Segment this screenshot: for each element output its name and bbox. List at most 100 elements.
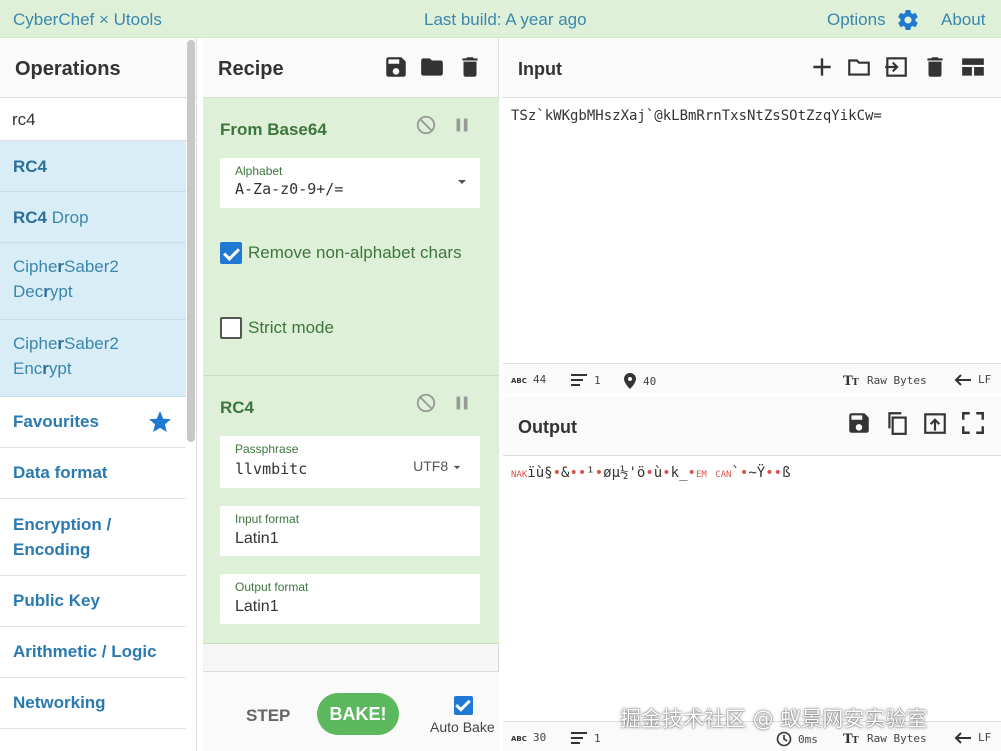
eol-arrow-icon bbox=[954, 373, 971, 386]
auto-bake-label: Auto Bake bbox=[430, 719, 495, 735]
strict-mode-checkbox[interactable]: Strict mode bbox=[220, 317, 334, 339]
operations-panel: Operations rc4 RC4 RC4 Drop CipherSaber2… bbox=[0, 38, 197, 751]
pause-icon[interactable] bbox=[451, 392, 473, 414]
category-networking[interactable]: Networking bbox=[0, 678, 186, 729]
watermark: 掘金技术社区 @ 蚁景网安实验室 bbox=[620, 707, 928, 731]
open-folder-icon[interactable] bbox=[846, 54, 872, 80]
text-encoding-icon: TT bbox=[843, 732, 859, 745]
auto-bake-checkbox[interactable] bbox=[454, 696, 473, 715]
step-button[interactable]: STEP bbox=[246, 706, 290, 726]
search-result-rc4[interactable]: RC4 bbox=[0, 141, 186, 192]
field-value: Latin1 bbox=[235, 530, 279, 547]
save-icon[interactable] bbox=[383, 54, 409, 80]
operations-title: Operations bbox=[0, 38, 196, 98]
app-title: CyberChef × Utools bbox=[13, 10, 162, 29]
operations-search-input[interactable]: rc4 bbox=[0, 98, 196, 141]
field-value: Latin1 bbox=[235, 598, 279, 615]
top-banner: CyberChef × Utools Last build: A year ag… bbox=[0, 0, 1001, 38]
match-text: RC4 bbox=[13, 208, 48, 227]
options-link[interactable]: Options bbox=[827, 10, 886, 30]
replace-input-icon[interactable] bbox=[922, 410, 948, 436]
save-icon[interactable] bbox=[846, 410, 872, 436]
caret-down-icon bbox=[453, 465, 461, 470]
field-label: Alphabet bbox=[235, 164, 283, 178]
field-label: Passphrase bbox=[235, 442, 299, 456]
search-result-ciphersaber2-decrypt[interactable]: CipherSaber2 Decrypt bbox=[0, 243, 186, 320]
search-result-rc4-drop[interactable]: RC4 Drop bbox=[0, 192, 186, 243]
about-link[interactable]: About bbox=[941, 10, 985, 30]
recipe-op-rc4[interactable]: RC4 Passphrase llvmbitc UTF8 Input forma… bbox=[203, 376, 499, 644]
input-title: Input bbox=[518, 59, 562, 79]
location-pin-icon bbox=[624, 373, 636, 389]
field-value: llvmbitc bbox=[235, 460, 308, 478]
abc-icon: ABC bbox=[511, 735, 527, 743]
category-data-format[interactable]: Data format bbox=[0, 448, 186, 499]
recipe-title: Recipe bbox=[218, 58, 284, 80]
clock-icon bbox=[776, 731, 792, 747]
checkbox-label: Strict mode bbox=[248, 318, 334, 337]
checkbox-label: Remove non-alphabet chars bbox=[248, 243, 462, 262]
search-result-ciphersaber2-encrypt[interactable]: CipherSaber2 Encrypt bbox=[0, 320, 186, 397]
output-format-select[interactable]: Output format Latin1 bbox=[220, 574, 480, 624]
input-header: Input bbox=[503, 38, 1001, 98]
operations-scrollbar[interactable] bbox=[187, 40, 195, 442]
copy-icon[interactable] bbox=[884, 410, 910, 436]
remove-nonalpha-checkbox[interactable]: Remove non-alphabet chars bbox=[220, 242, 462, 264]
svg-text:T: T bbox=[852, 378, 859, 387]
folder-icon[interactable] bbox=[419, 54, 445, 80]
star-icon bbox=[149, 411, 171, 432]
recipe-controls: STEP BAKE! Auto Bake bbox=[203, 671, 499, 751]
encoding-dropdown[interactable]: UTF8 bbox=[413, 458, 462, 474]
plus-icon[interactable] bbox=[809, 54, 835, 80]
passphrase-input[interactable]: Passphrase llvmbitc UTF8 bbox=[220, 436, 480, 488]
op-title: From Base64 bbox=[220, 120, 327, 139]
recipe-panel: Recipe From Base64 Alphabet A-Za-z0-9+/=… bbox=[203, 38, 499, 751]
trash-icon[interactable] bbox=[457, 54, 483, 80]
disable-icon[interactable] bbox=[415, 392, 437, 414]
input-status-bar: ABC 44 1 40 T T Raw Bytes LF bbox=[503, 363, 1001, 393]
open-file-icon[interactable] bbox=[883, 54, 909, 80]
last-build-text: Last build: A year ago bbox=[424, 10, 587, 29]
abc-icon: ABC bbox=[511, 377, 527, 385]
category-favourites[interactable]: Favourites bbox=[0, 397, 186, 448]
pause-icon[interactable] bbox=[451, 114, 473, 136]
category-public-key[interactable]: Public Key bbox=[0, 576, 186, 627]
output-title: Output bbox=[518, 417, 577, 437]
output-text[interactable]: NAKïù§•&••¹•øµ½'ö•ù•k_•EM CAN`•~Ÿ••ß bbox=[511, 465, 791, 481]
lines-icon bbox=[571, 732, 587, 744]
checkbox-unchecked bbox=[220, 317, 242, 339]
recipe-header: Recipe bbox=[203, 38, 498, 98]
maximize-icon[interactable] bbox=[960, 410, 986, 436]
text-encoding-icon: TT bbox=[843, 374, 859, 387]
io-panel: Input TSz`kWKgbMHszXaj`@kLBmRrnTxsNtZsSO… bbox=[503, 38, 1001, 751]
result-text: Drop bbox=[47, 208, 89, 227]
alphabet-select[interactable]: Alphabet A-Za-z0-9+/= bbox=[220, 158, 480, 208]
field-value: A-Za-z0-9+/= bbox=[235, 180, 344, 198]
svg-text:T: T bbox=[852, 736, 859, 745]
eol-label[interactable]: LF bbox=[978, 731, 991, 744]
svg-text:ABC: ABC bbox=[511, 377, 527, 385]
encoding-label[interactable]: Raw Bytes bbox=[867, 374, 927, 387]
trash-icon[interactable] bbox=[922, 54, 948, 80]
gear-icon[interactable] bbox=[896, 8, 920, 32]
bake-button[interactable]: BAKE! bbox=[317, 693, 399, 735]
encoding-label[interactable]: Raw Bytes bbox=[867, 732, 927, 745]
category-arithmetic-logic[interactable]: Arithmetic / Logic bbox=[0, 627, 186, 678]
op-title: RC4 bbox=[220, 398, 255, 417]
svg-text:ABC: ABC bbox=[511, 735, 527, 743]
field-label: Input format bbox=[235, 512, 300, 526]
eol-label[interactable]: LF bbox=[978, 373, 991, 386]
eol-arrow-icon bbox=[954, 731, 971, 744]
checkbox-checked bbox=[220, 242, 242, 264]
input-format-select[interactable]: Input format Latin1 bbox=[220, 506, 480, 556]
match-text: RC4 bbox=[13, 157, 48, 176]
output-header: Output bbox=[503, 396, 1001, 456]
disable-icon[interactable] bbox=[415, 114, 437, 136]
recipe-op-from-base64[interactable]: From Base64 Alphabet A-Za-z0-9+/= Remove… bbox=[203, 98, 499, 376]
layout-icon[interactable] bbox=[960, 54, 986, 80]
field-label: Output format bbox=[235, 580, 309, 594]
caret-down-icon bbox=[458, 180, 466, 184]
input-textarea[interactable]: TSz`kWKgbMHszXaj`@kLBmRrnTxsNtZsSOtZzqYi… bbox=[511, 108, 882, 124]
category-encryption-encoding[interactable]: Encryption / Encoding bbox=[0, 499, 186, 576]
lines-icon bbox=[571, 374, 587, 386]
